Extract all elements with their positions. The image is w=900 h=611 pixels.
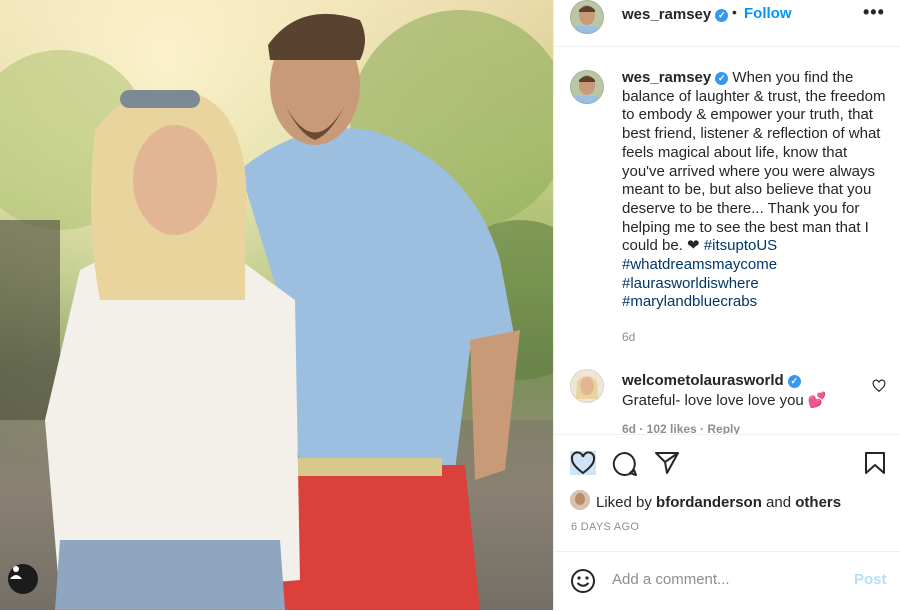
others-link[interactable]: others (795, 494, 841, 511)
post-comment-button[interactable]: Post (854, 571, 887, 588)
comment-like-heart-icon[interactable] (872, 379, 886, 393)
photo-illustration (0, 0, 553, 610)
post-side-panel: wes_ramsey ✓ • Follow ••• wes_ramsey ✓ Whe… (553, 0, 900, 610)
bookmark-icon[interactable] (864, 451, 886, 475)
hashtag-link[interactable]: #itsuptoUS (704, 237, 777, 254)
more-icon[interactable]: ••• (863, 2, 885, 23)
caption-username-link[interactable]: wes_ramsey ✓ (622, 69, 729, 86)
comment-text: Grateful- love love love you 💕 (622, 392, 827, 409)
liker-avatar[interactable] (570, 490, 590, 510)
hashtag-link[interactable]: #marylandbluecrabs (622, 293, 757, 310)
author-avatar[interactable] (570, 0, 604, 34)
caption-author-avatar[interactable] (570, 70, 604, 104)
separator-dot: • (732, 4, 737, 20)
follow-button[interactable]: Follow (744, 5, 792, 22)
post-actions-bar (554, 434, 900, 488)
share-icon[interactable] (654, 451, 680, 475)
comment-icon[interactable] (612, 451, 638, 477)
comment-meta[interactable]: 6d · 102 likes · Reply (622, 422, 740, 434)
heart-icon[interactable] (570, 451, 596, 475)
add-comment-bar: Add a comment... Post (554, 551, 900, 611)
hashtag-link[interactable]: #laurasworldiswhere (622, 275, 759, 292)
liker-username-link[interactable]: bfordanderson (656, 494, 762, 511)
verified-badge-icon: ✓ (715, 8, 729, 22)
post-date[interactable]: 6 DAYS AGO (571, 521, 639, 533)
comments-area[interactable]: wes_ramsey ✓ When you find the balance of… (554, 46, 900, 434)
emoji-icon[interactable] (570, 568, 596, 594)
add-comment-input[interactable]: Add a comment... (612, 571, 730, 588)
post-header: wes_ramsey ✓ • Follow ••• (554, 0, 900, 47)
post-caption: wes_ramsey ✓ When you find the balance of… (622, 69, 890, 312)
post-photo[interactable] (0, 0, 553, 610)
commenter-username-link[interactable]: welcometolaurasworld ✓ (622, 372, 801, 389)
likes-summary: Liked by bfordanderson and others (554, 488, 900, 512)
caption-timestamp[interactable]: 6d (622, 330, 635, 344)
verified-badge-icon: ✓ (715, 71, 729, 85)
caption-text: When you find the balance of laughter & … (622, 69, 886, 255)
author-username-link[interactable]: wes_ramsey ✓ (622, 6, 729, 23)
instagram-post-view: wes_ramsey ✓ • Follow ••• wes_ramsey ✓ Whe… (0, 0, 900, 610)
user-tag-icon[interactable] (8, 564, 38, 594)
liked-by-text: Liked by bfordanderson and others (596, 494, 842, 511)
verified-badge-icon: ✓ (787, 374, 801, 388)
hashtag-link[interactable]: #whatdreamsmaycome (622, 256, 777, 273)
commenter-avatar[interactable] (570, 369, 604, 403)
